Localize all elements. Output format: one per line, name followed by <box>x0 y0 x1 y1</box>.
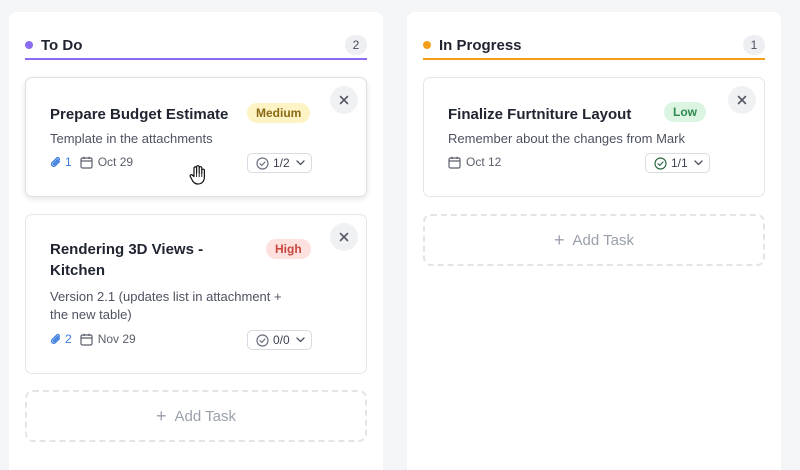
attachments[interactable]: 1 <box>50 155 72 169</box>
add-task-label: Add Task <box>572 231 634 249</box>
subtasks-progress: 1/2 <box>273 156 290 170</box>
task-title: Finalize Furtniture Layout <box>448 106 632 123</box>
task-description-line: Version 2.1 (updates list in attachment … <box>50 289 282 304</box>
column-title: In Progress <box>439 36 522 54</box>
plus-icon: + <box>156 406 167 426</box>
column-count-badge: 1 <box>743 35 765 55</box>
task-title-line: Rendering 3D Views - <box>50 241 204 258</box>
task-meta: 2 Nov 29 <box>50 332 136 346</box>
subtasks-dropdown[interactable]: 1/1 <box>645 153 710 173</box>
close-button[interactable] <box>728 86 756 114</box>
add-task-label: Add Task <box>174 407 236 425</box>
due-date: Nov 29 <box>80 332 136 346</box>
calendar-icon <box>80 333 93 346</box>
column-title: To Do <box>41 36 83 54</box>
close-icon <box>339 232 349 242</box>
paperclip-icon <box>50 333 61 344</box>
status-dot-icon <box>25 41 33 49</box>
chevron-down-icon <box>296 160 305 166</box>
column-in-progress: In Progress 1 Finalize Furtniture Layout… <box>407 12 781 470</box>
close-button[interactable] <box>330 86 358 114</box>
attachment-count: 1 <box>65 155 72 169</box>
add-task-button[interactable]: + Add Task <box>423 214 765 266</box>
task-description: Version 2.1 (updates list in attachment … <box>50 288 282 324</box>
due-date-text: Oct 29 <box>97 155 134 169</box>
due-date-text: Oct 12 <box>466 155 502 169</box>
chevron-down-icon <box>296 337 305 343</box>
task-description: Remember about the changes from Mark <box>448 131 685 146</box>
task-description-line: the new table) <box>50 307 132 322</box>
due-date: Oct 29 <box>80 155 133 169</box>
close-button[interactable] <box>330 223 358 251</box>
subtasks-progress: 1/1 <box>671 156 688 170</box>
grab-hand-cursor-icon <box>188 164 208 191</box>
subtasks-progress: 0/0 <box>273 333 290 347</box>
paperclip-icon <box>50 156 61 167</box>
priority-badge: Medium <box>247 103 311 123</box>
subtasks-dropdown[interactable]: 1/2 <box>247 153 312 173</box>
close-icon <box>737 95 747 105</box>
column-divider <box>423 58 765 60</box>
task-description: Template in the attachments <box>50 131 213 146</box>
chevron-down-icon <box>694 160 703 166</box>
calendar-icon <box>448 156 461 169</box>
column-count-badge: 2 <box>345 35 367 55</box>
priority-badge: High <box>266 239 311 259</box>
column-divider <box>25 58 367 60</box>
check-circle-icon <box>256 156 269 170</box>
task-title-line: Kitchen <box>50 262 106 279</box>
calendar-icon <box>80 156 93 169</box>
task-title: Rendering 3D Views - Kitchen <box>50 239 203 281</box>
column-header: In Progress 1 <box>423 29 765 61</box>
attachment-count: 2 <box>65 332 72 346</box>
due-date-text: Nov 29 <box>97 332 136 346</box>
task-title: Prepare Budget Estimate <box>50 106 229 123</box>
add-task-button[interactable]: + Add Task <box>25 390 367 442</box>
task-meta: Oct 12 <box>448 155 501 169</box>
plus-icon: + <box>554 230 565 250</box>
close-icon <box>339 95 349 105</box>
attachments[interactable]: 2 <box>50 332 72 346</box>
priority-badge: Low <box>664 102 706 122</box>
task-card[interactable]: Rendering 3D Views - Kitchen High Versio… <box>25 214 367 374</box>
due-date: Oct 12 <box>448 155 501 169</box>
column-header: To Do 2 <box>25 29 367 61</box>
task-card[interactable]: Finalize Furtniture Layout Low Remember … <box>423 77 765 197</box>
subtasks-dropdown[interactable]: 0/0 <box>247 330 312 350</box>
column-todo: To Do 2 Prepare Budget Estimate Medium T… <box>9 12 383 470</box>
check-circle-icon <box>654 156 667 170</box>
status-dot-icon <box>423 41 431 49</box>
check-circle-icon <box>256 333 269 347</box>
task-meta: 1 Oct 29 <box>50 155 133 169</box>
